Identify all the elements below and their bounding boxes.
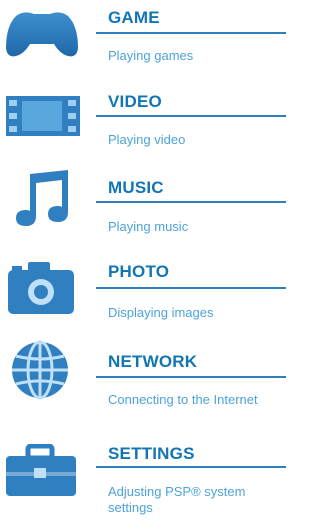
divider xyxy=(96,466,286,468)
menu-item-game: GAME Playing games xyxy=(0,2,288,72)
item-title: MUSIC xyxy=(108,178,164,197)
film-strip-icon xyxy=(2,86,82,146)
menu-item-music: MUSIC Playing music xyxy=(0,164,288,240)
menu-item-settings: SETTINGS Adjusting PSP® system settings xyxy=(0,434,288,532)
gamepad-icon xyxy=(2,4,82,64)
item-description: Adjusting PSP® system settings xyxy=(108,484,246,515)
item-description: Playing video xyxy=(108,132,186,147)
globe-icon xyxy=(2,340,82,400)
item-title: NETWORK xyxy=(108,352,198,371)
toolbox-icon xyxy=(2,444,82,504)
item-title: GAME xyxy=(108,8,160,27)
menu-item-photo: PHOTO Displaying images xyxy=(0,250,288,330)
item-description: Connecting to the Internet xyxy=(108,392,258,407)
item-title: PHOTO xyxy=(108,262,170,281)
divider xyxy=(96,201,286,203)
menu-item-network: NETWORK Connecting to the Internet xyxy=(0,334,288,428)
divider xyxy=(96,32,286,34)
divider xyxy=(96,287,286,289)
camera-icon xyxy=(2,256,82,316)
item-description: Playing games xyxy=(108,48,194,63)
divider xyxy=(96,115,286,117)
music-note-icon xyxy=(2,166,82,226)
divider xyxy=(96,376,286,378)
menu-item-video: VIDEO Playing video xyxy=(0,82,288,158)
item-title: VIDEO xyxy=(108,92,162,111)
item-description: Playing music xyxy=(108,219,189,234)
item-description: Displaying images xyxy=(108,305,214,320)
item-title: SETTINGS xyxy=(108,444,195,463)
